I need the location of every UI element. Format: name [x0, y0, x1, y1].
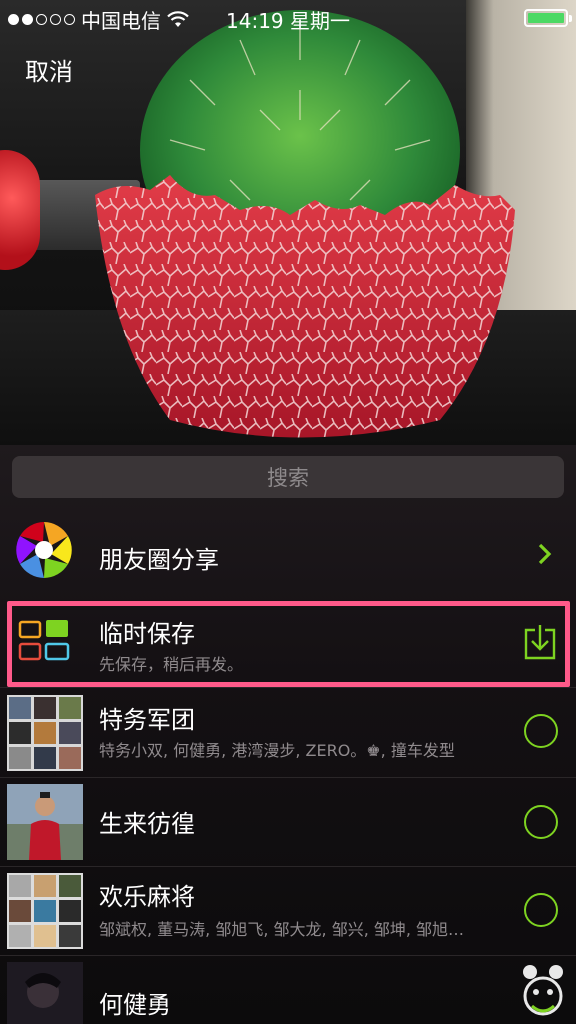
row-subtitle: 邹斌权, 董马涛, 邹旭飞, 邹大龙, 邹兴, 邹坤, 邹旭… [99, 920, 465, 939]
status-time: 14:19 星期一 [226, 9, 350, 33]
row-title: 何健勇 [99, 991, 171, 1019]
select-circle[interactable] [524, 714, 558, 748]
row-title: 特务军团 [99, 706, 195, 734]
panda-watermark-icon [523, 965, 563, 1016]
aperture-icon [16, 522, 72, 578]
background-photo [0, 0, 576, 445]
selection-highlight [7, 601, 570, 687]
battery-fill [528, 13, 564, 23]
share-panel: 搜索 朋友圈分享 临时保存 先保存，稍后再发。 特务军团 特务小双, 何健勇, … [0, 445, 576, 1024]
cactus-pot-illustration [95, 10, 515, 438]
group-avatar [7, 695, 83, 771]
cancel-button[interactable]: 取消 [25, 52, 73, 87]
list-item-shenglai[interactable]: 生来彷徨 [0, 778, 576, 866]
list-item-moments[interactable]: 朋友圈分享 [0, 509, 576, 599]
group-avatar [7, 873, 83, 949]
list-item-hejianyong[interactable]: 何健勇 [0, 956, 576, 1024]
list-item-group-majiang[interactable]: 欢乐麻将 邹斌权, 董马涛, 邹旭飞, 邹大龙, 邹兴, 邹坤, 邹旭… [0, 867, 576, 955]
select-circle[interactable] [524, 893, 558, 927]
status-bar: 中国电信 14:19 星期一 [0, 0, 576, 34]
row-subtitle: 特务小双, 何健勇, 港湾漫步, ZERO。♚, 撞车发型 [99, 741, 455, 760]
list-item-group-tewu[interactable]: 特务军团 特务小双, 何健勇, 港湾漫步, ZERO。♚, 撞车发型 [0, 688, 576, 777]
search-input[interactable]: 搜索 [12, 456, 564, 498]
row-title: 生来彷徨 [99, 810, 195, 838]
row-title: 朋友圈分享 [99, 546, 219, 574]
person-avatar [7, 784, 83, 860]
person-avatar [7, 962, 83, 1024]
row-title: 欢乐麻将 [99, 883, 195, 911]
battery-icon [524, 9, 572, 27]
select-circle[interactable] [524, 805, 558, 839]
chevron-right-icon[interactable] [538, 543, 552, 565]
